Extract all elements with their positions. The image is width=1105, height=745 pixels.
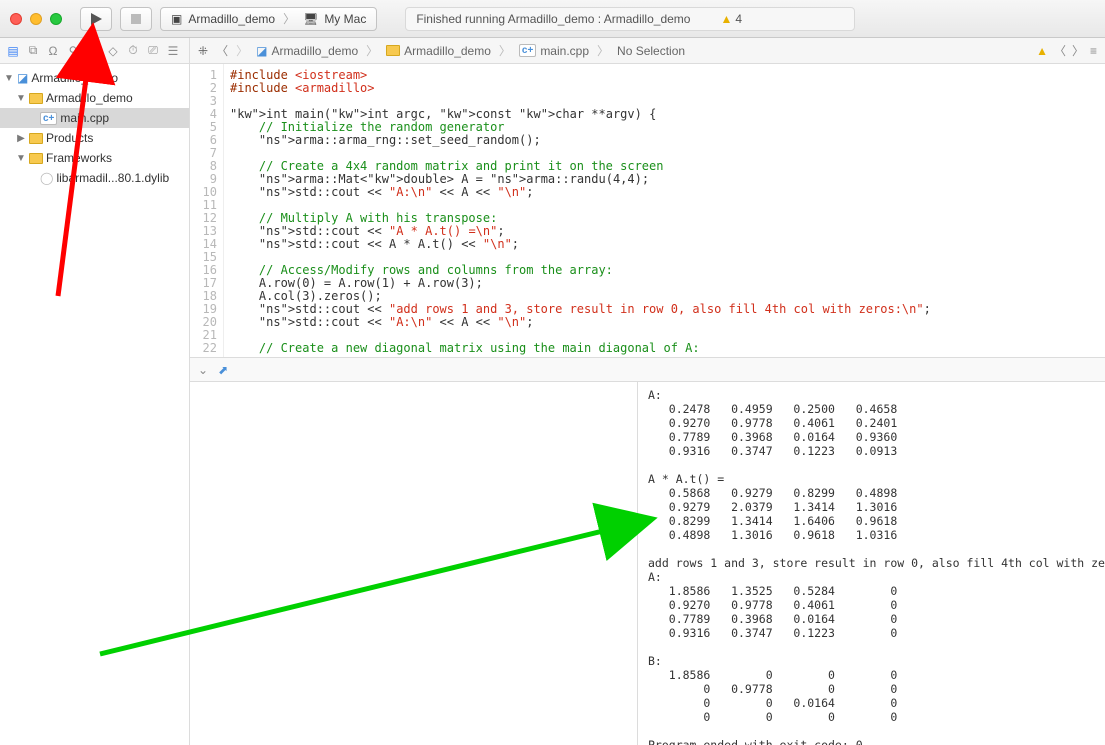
stop-icon (131, 14, 141, 24)
jumpbar-project[interactable]: ◪ Armadillo_demo (256, 44, 358, 58)
debug-area: A: 0.2478 0.4959 0.2500 0.4658 0.9270 0.… (190, 382, 1105, 745)
project-icon: ◪ (256, 44, 267, 58)
tree-file-row[interactable]: c+ main.cpp (0, 108, 189, 128)
status-text: Finished running Armadillo_demo : Armadi… (416, 12, 690, 26)
console-text: A: 0.2478 0.4959 0.2500 0.4658 0.9270 0.… (648, 388, 1105, 745)
tree-group-row[interactable]: ▼ Armadillo_demo (0, 88, 189, 108)
disclosure-triangle-icon[interactable]: ▼ (16, 153, 26, 164)
tree-products-row[interactable]: ▶ Products (0, 128, 189, 148)
jumpbar-group-label: Armadillo_demo (404, 44, 491, 58)
tree-dylib-label: libarmadil...80.1.dylib (56, 171, 169, 185)
project-navigator-tab[interactable]: ▤ (6, 44, 20, 58)
tree-products-label: Products (46, 131, 93, 145)
navigator-selector: ▤ ⧉ Ω ⚲ ⚠ ◇ ⏱ ⎚ ☰ (0, 38, 190, 63)
folder-icon (29, 133, 43, 144)
editor-options-icon[interactable]: ≡ (1090, 44, 1097, 58)
breakpoint-navigator-tab[interactable]: ⎚ (146, 43, 160, 58)
scheme-device-label: My Mac (324, 12, 366, 26)
report-navigator-tab[interactable]: ☰ (166, 44, 180, 58)
folder-icon (386, 45, 400, 56)
variables-view[interactable] (190, 382, 638, 745)
related-items-icon[interactable]: ⁜ (198, 44, 208, 58)
jumpbar-symbol-label: No Selection (617, 44, 685, 58)
project-navigator: ▼ ◪ Armadillo_demo ▼ Armadillo_demo c+ m… (0, 64, 190, 745)
editor-area: 12345678910111213141516171819202122 #inc… (190, 64, 1105, 745)
line-number-gutter: 12345678910111213141516171819202122 (190, 64, 224, 357)
chevron-right-icon: 〉 (597, 42, 609, 59)
folder-icon (29, 153, 43, 164)
navigator-tab-bar: ▤ ⧉ Ω ⚲ ⚠ ◇ ⏱ ⎚ ☰ ⁜ 〈 〉 ◪ Armadillo_demo… (0, 38, 1105, 64)
tree-dylib-row[interactable]: ◯ libarmadil...80.1.dylib (0, 168, 189, 188)
jumpbar-group[interactable]: Armadillo_demo (386, 44, 491, 58)
debug-bar: ⌄ ⬈ (190, 358, 1105, 382)
window-controls (10, 13, 62, 25)
source-code[interactable]: #include <iostream> #include <armadillo>… (224, 64, 1105, 357)
symbol-navigator-tab[interactable]: Ω (46, 44, 60, 58)
forward-button[interactable]: 〉 (236, 42, 248, 59)
activity-status: Finished running Armadillo_demo : Armadi… (405, 7, 855, 31)
run-button[interactable] (80, 7, 112, 31)
jumpbar-symbol[interactable]: No Selection (617, 44, 685, 58)
main-split: ▼ ◪ Armadillo_demo ▼ Armadillo_demo c+ m… (0, 64, 1105, 745)
warning-count: 4 (735, 12, 742, 26)
chevron-right-icon: 〉 (283, 10, 295, 27)
zoom-window-button[interactable] (50, 13, 62, 25)
scheme-selector[interactable]: ▣ Armadillo_demo 〉 🖥 My Mac (160, 7, 377, 31)
chevron-right-icon: 〉 (499, 42, 511, 59)
chevron-right-icon: 〉 (366, 42, 378, 59)
jumpbar-project-label: Armadillo_demo (271, 44, 358, 58)
debug-navigator-tab[interactable]: ⏱ (126, 43, 140, 58)
issue-navigator-tab[interactable]: ⚠ (86, 44, 100, 58)
stop-button[interactable] (120, 7, 152, 31)
folder-icon (29, 93, 43, 104)
tree-project-label: Armadillo_demo (31, 71, 118, 85)
breakpoints-toggle-icon[interactable]: ⬈ (218, 363, 228, 377)
minimize-window-button[interactable] (30, 13, 42, 25)
back-button[interactable]: 〈 (216, 42, 228, 59)
source-editor[interactable]: 12345678910111213141516171819202122 #inc… (190, 64, 1105, 358)
device-icon: 🖥 (303, 12, 318, 26)
target-icon: ▣ (171, 12, 182, 26)
navigate-issues-forward[interactable]: 〉 (1072, 42, 1084, 59)
disclosure-triangle-icon[interactable]: ▼ (4, 73, 14, 84)
jump-bar: ⁜ 〈 〉 ◪ Armadillo_demo 〉 Armadillo_demo … (190, 38, 1105, 63)
cpp-file-icon: c+ (519, 44, 536, 57)
test-navigator-tab[interactable]: ◇ (106, 44, 120, 58)
jumpbar-file-label: main.cpp (540, 44, 589, 58)
project-icon: ◪ (17, 71, 28, 85)
tree-file-label: main.cpp (60, 111, 109, 125)
toolbar: ▣ Armadillo_demo 〉 🖥 My Mac Finished run… (0, 0, 1105, 38)
cpp-file-icon: c+ (40, 112, 57, 125)
play-icon (91, 13, 102, 25)
tree-project-row[interactable]: ▼ ◪ Armadillo_demo (0, 68, 189, 88)
jumpbar-file[interactable]: c+ main.cpp (519, 44, 589, 58)
close-window-button[interactable] (10, 13, 22, 25)
warning-badge[interactable]: ▲ 4 (720, 12, 742, 26)
framework-icon: ◯ (40, 171, 53, 185)
source-control-navigator-tab[interactable]: ⧉ (26, 43, 40, 58)
tree-frameworks-row[interactable]: ▼ Frameworks (0, 148, 189, 168)
tree-frameworks-label: Frameworks (46, 151, 112, 165)
warning-icon[interactable]: ▲ (1036, 44, 1048, 58)
tree-group-label: Armadillo_demo (46, 91, 133, 105)
warning-icon: ▲ (720, 12, 732, 26)
disclosure-triangle-icon[interactable]: ▼ (16, 93, 26, 104)
find-navigator-tab[interactable]: ⚲ (66, 44, 80, 58)
toggle-debug-area-icon[interactable]: ⌄ (198, 363, 208, 377)
disclosure-triangle-icon[interactable]: ▶ (16, 133, 26, 144)
scheme-target-label: Armadillo_demo (188, 12, 275, 26)
console-output[interactable]: A: 0.2478 0.4959 0.2500 0.4658 0.9270 0.… (638, 382, 1105, 745)
navigate-issues-back[interactable]: 〈 (1054, 42, 1066, 59)
